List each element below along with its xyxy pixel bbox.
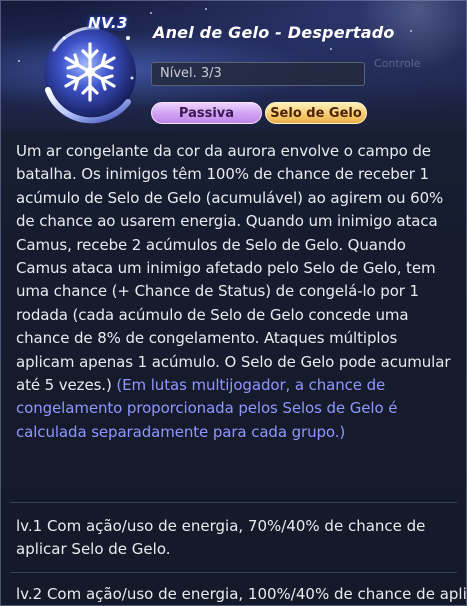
background-hint-text: Controle xyxy=(374,57,421,70)
skill-description: Um ar congelante da cor da aurora envolv… xyxy=(16,140,456,444)
divider xyxy=(10,502,457,503)
level-2-effect: lv.2 Com ação/uso de energia, 100%/40% d… xyxy=(16,585,467,603)
description-text: Um ar congelante da cor da aurora envolv… xyxy=(16,142,451,395)
level-1-effect: lv.1 Com ação/uso de energia, 70%/40% de… xyxy=(16,517,426,559)
star-sparkle xyxy=(205,8,207,10)
divider xyxy=(10,572,457,573)
snowflake-orb-icon[interactable]: NV.3 xyxy=(28,8,146,126)
tag-passive: Passiva xyxy=(151,102,262,124)
tag-selo-de-gelo: Selo de Gelo xyxy=(265,102,367,124)
star-sparkle xyxy=(410,30,412,32)
star-sparkle xyxy=(18,60,20,62)
star-sparkle xyxy=(330,48,332,50)
skill-tooltip-panel: Controle NV.3 Anel de Gelo - Despertado … xyxy=(0,0,467,606)
level-badge: NV.3 xyxy=(88,14,128,32)
skill-title: Anel de Gelo - Despertado xyxy=(153,23,395,42)
level-indicator: Nível. 3/3 xyxy=(151,62,365,86)
